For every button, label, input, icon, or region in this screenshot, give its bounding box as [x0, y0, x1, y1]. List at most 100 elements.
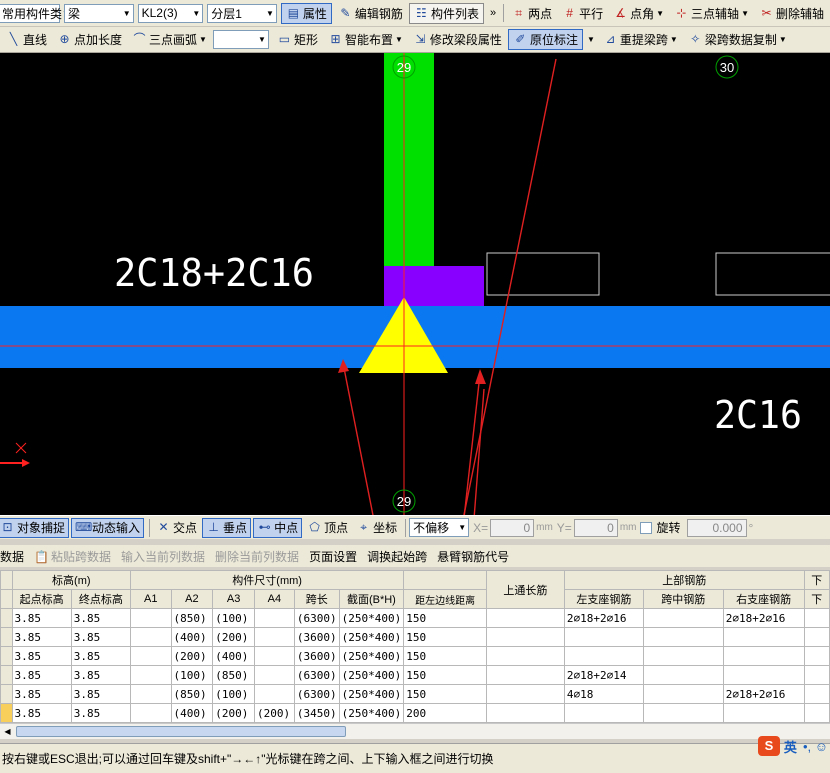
table-cell[interactable]: 150 — [403, 608, 487, 628]
table-row[interactable]: 3.85 3.85 (200) (400) (3600) (250*400) 150 — [0, 646, 830, 666]
table-cell[interactable] — [253, 608, 295, 628]
table-cell[interactable] — [642, 608, 724, 628]
table-cell[interactable] — [803, 703, 830, 723]
table-cell[interactable] — [485, 608, 565, 628]
table-cell[interactable] — [130, 646, 172, 666]
table-row[interactable]: 3.85 3.85 (400) (200) (3600) (250*400) 150 — [0, 627, 830, 647]
table-cell[interactable]: (250*400) — [338, 665, 405, 685]
three-point-axis-button[interactable]: ⊹ 三点辅轴 ▼ — [670, 3, 753, 24]
horizontal-scrollbar[interactable]: ◀ — [0, 723, 830, 739]
table-row[interactable]: 3.85 3.85 (850) (100) (6300) (250*400) 150 2⌀18… — [0, 608, 830, 628]
table-cell[interactable] — [130, 665, 172, 685]
table-cell[interactable] — [722, 665, 805, 685]
coordinate-button[interactable]: ⌖ 坐标 — [353, 518, 400, 538]
line-button[interactable]: ╲ 直线 — [2, 29, 51, 50]
three-point-arc-button[interactable]: ⌒ 三点画弧 ▼ — [128, 29, 211, 50]
table-cell[interactable]: (200) — [170, 646, 214, 666]
table-cell[interactable] — [563, 627, 644, 647]
table-cell[interactable]: 3.85 — [70, 703, 132, 723]
table-cell[interactable]: 3.85 — [70, 608, 132, 628]
table-cell[interactable]: (200) — [212, 703, 255, 723]
ime-indicator[interactable]: S 英 •, ☺ — [757, 734, 828, 758]
table-cell[interactable]: (250*400) — [338, 608, 405, 628]
table-cell[interactable] — [803, 608, 830, 628]
table-cell[interactable] — [563, 703, 644, 723]
row-header[interactable] — [0, 608, 13, 628]
row-header[interactable] — [0, 684, 13, 704]
table-cell[interactable]: (100) — [212, 684, 255, 704]
table-cell[interactable] — [253, 646, 295, 666]
table-cell[interactable] — [130, 684, 172, 704]
rotate-checkbox[interactable] — [640, 521, 653, 534]
parallel-button[interactable]: # 平行 — [558, 3, 607, 24]
table-cell[interactable] — [563, 646, 644, 666]
table-cell[interactable]: 2⌀18+2⌀14 — [563, 665, 644, 685]
column-header[interactable]: 跨长 — [293, 589, 340, 609]
modify-span-button[interactable]: ⇲ 修改梁段属性 — [409, 29, 506, 50]
scroll-left-icon[interactable]: ◀ — [1, 726, 14, 737]
table-cell[interactable]: (400) — [170, 703, 214, 723]
table-cell[interactable]: 200 — [403, 703, 487, 723]
table-cell[interactable]: (850) — [170, 608, 214, 628]
rebar-label-left[interactable]: 2C18+2C16 — [114, 251, 314, 295]
table-cell[interactable]: (6300) — [293, 665, 340, 685]
table-cell[interactable] — [253, 627, 295, 647]
table-cell[interactable]: (250*400) — [338, 627, 405, 647]
table-cell[interactable]: 3.85 — [11, 665, 72, 685]
column-header[interactable]: 距左边线距离 — [403, 589, 487, 609]
table-cell[interactable] — [130, 608, 172, 628]
delete-axis-button[interactable]: ✂ 删除辅轴 — [755, 3, 828, 24]
table-cell[interactable]: 3.85 — [11, 608, 72, 628]
midpoint-button[interactable]: ⊷ 中点 — [253, 517, 303, 538]
table-cell[interactable] — [485, 684, 565, 704]
table-cell[interactable] — [803, 627, 830, 647]
table-cell[interactable]: 2⌀18+2⌀16 — [563, 608, 644, 628]
copy-span-data-button[interactable]: 数据 — [0, 548, 24, 565]
table-cell[interactable]: (3600) — [293, 627, 340, 647]
table-cell[interactable]: (850) — [170, 684, 214, 704]
table-cell[interactable]: 3.85 — [70, 684, 132, 704]
table-row[interactable]: 3.85 3.85 (100) (850) (6300) (250*400) 150 2⌀18… — [0, 665, 830, 685]
table-cell[interactable] — [722, 703, 805, 723]
row-header[interactable] — [0, 703, 13, 723]
component-combo[interactable]: 梁 ▼ — [64, 3, 134, 23]
table-cell[interactable]: (250*400) — [338, 684, 405, 704]
page-setup-button[interactable]: 页面设置 — [309, 548, 357, 565]
column-header[interactable]: 右支座钢筋 — [722, 589, 805, 609]
component-list-button[interactable]: ☷ 构件列表 — [408, 2, 484, 24]
column-header[interactable]: 截面(B*H) — [338, 589, 405, 609]
table-cell[interactable]: 4⌀18 — [563, 684, 644, 704]
table-cell[interactable] — [130, 703, 172, 723]
table-cell[interactable]: 150 — [403, 646, 487, 666]
table-cell[interactable] — [803, 684, 830, 704]
two-points-button[interactable]: ⌗ 两点 — [507, 3, 556, 24]
table-cell[interactable]: 3.85 — [70, 627, 132, 647]
row-header[interactable] — [0, 665, 13, 685]
table-cell[interactable]: 3.85 — [11, 703, 72, 723]
table-cell[interactable] — [485, 646, 565, 666]
intersection-button[interactable]: ✕ 交点 — [153, 518, 200, 538]
table-cell[interactable] — [253, 665, 295, 685]
component-name-combo[interactable]: KL2(3) ▼ — [137, 3, 204, 23]
table-cell[interactable]: (200) — [253, 703, 295, 723]
table-cell[interactable]: (6300) — [293, 608, 340, 628]
scrollbar-thumb[interactable] — [16, 726, 346, 737]
table-cell[interactable]: (100) — [212, 608, 255, 628]
table-cell[interactable] — [642, 665, 724, 685]
label-box[interactable] — [486, 252, 600, 296]
arc-option-combo[interactable]: ▼ — [212, 30, 269, 49]
paste-span-data-button[interactable]: 📋 粘贴跨数据 — [34, 548, 111, 565]
column-header[interactable]: 跨中钢筋 — [642, 589, 724, 609]
table-cell[interactable]: 3.85 — [70, 646, 132, 666]
cantilever-code-button[interactable]: 悬臂钢筋代号 — [437, 548, 509, 565]
table-cell[interactable]: 2⌀18+2⌀16 — [722, 608, 805, 628]
table-cell[interactable]: (250*400) — [338, 646, 405, 666]
column-header[interactable]: 下 — [803, 589, 830, 609]
smart-layout-button[interactable]: ⊞ 智能布置 ▼ — [324, 29, 407, 50]
table-cell[interactable]: 150 — [403, 627, 487, 647]
table-cell[interactable]: 150 — [403, 684, 487, 704]
column-header[interactable]: A2 — [170, 589, 214, 609]
column-header[interactable]: A3 — [212, 589, 255, 609]
dynamic-input-button[interactable]: ⌨ 动态输入 — [71, 517, 145, 538]
row-header[interactable] — [0, 627, 13, 647]
